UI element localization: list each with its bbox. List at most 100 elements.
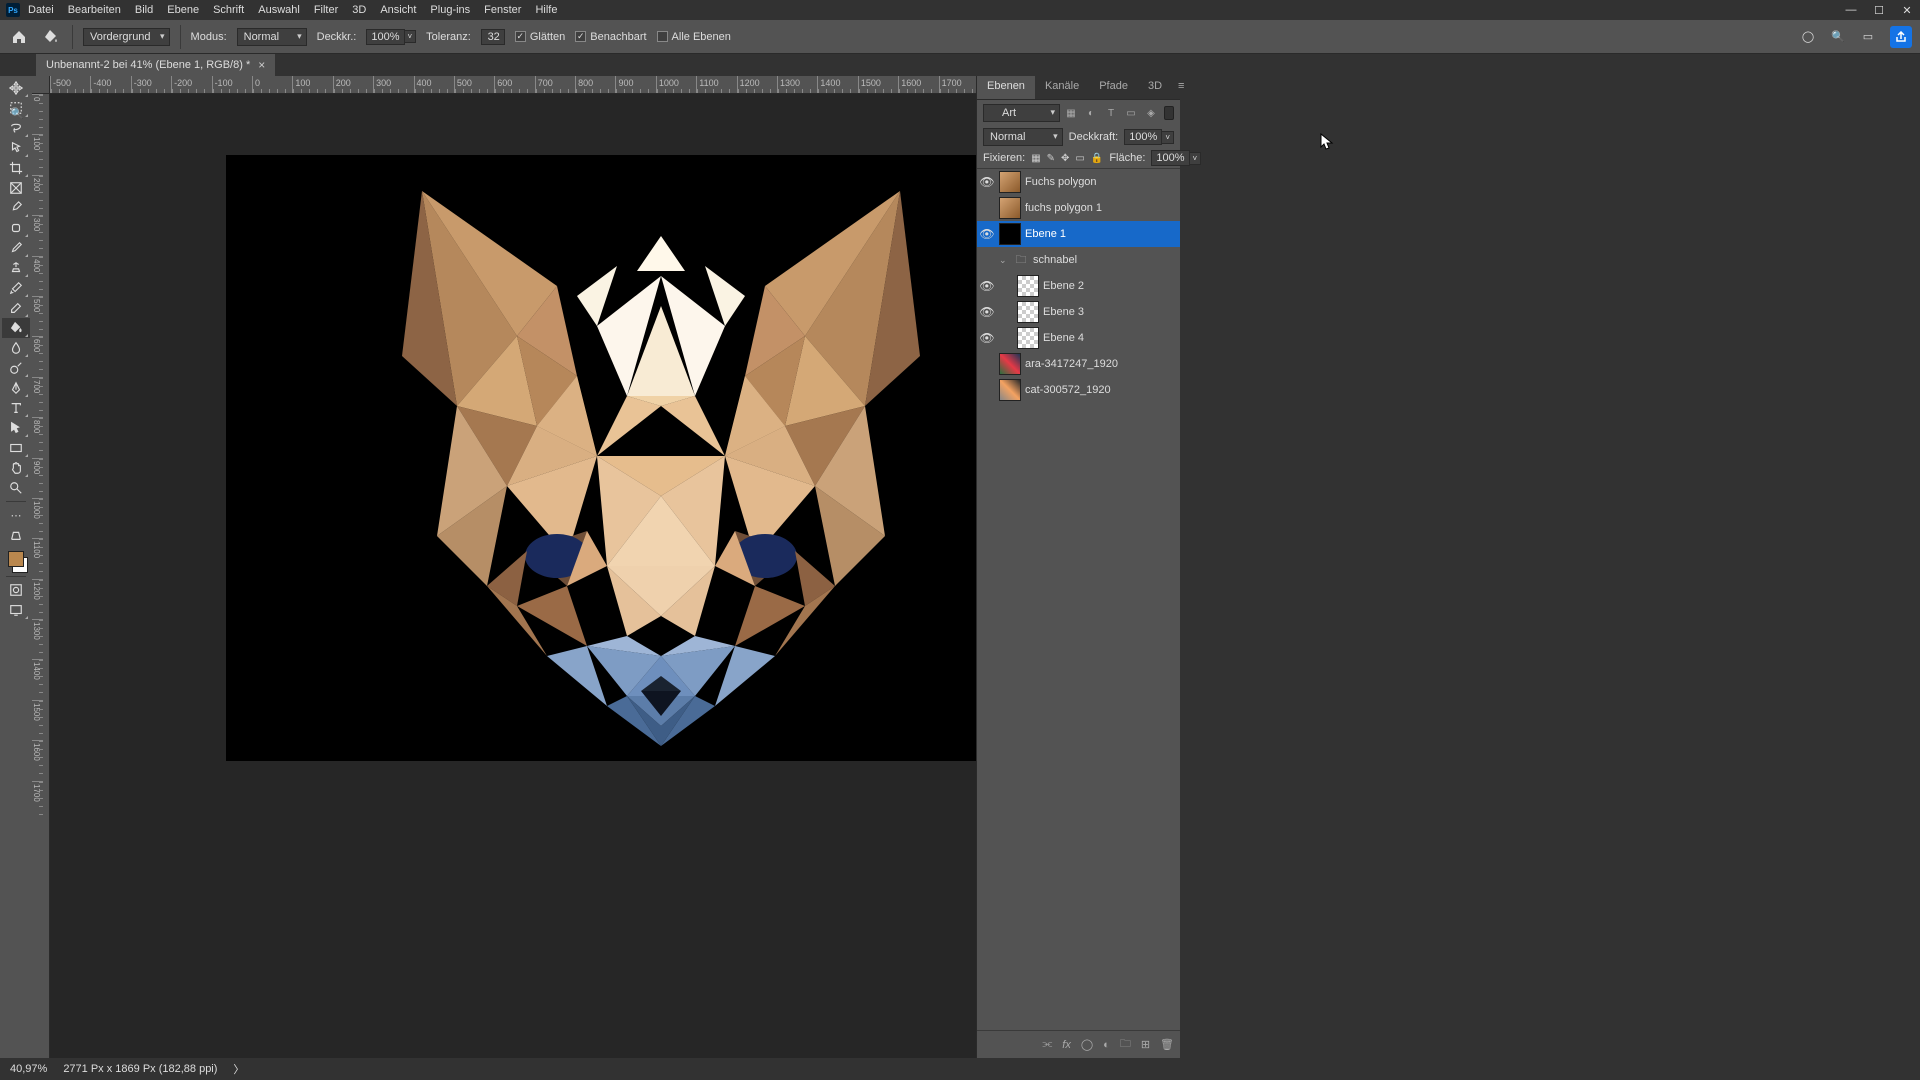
close-button[interactable]: ✕ [1900,4,1914,17]
layer-row[interactable]: 👁 Ebene 1 [977,221,1180,247]
more-tools[interactable]: ⋯ [2,505,30,525]
layer-name[interactable]: fuchs polygon 1 [1025,202,1102,214]
layer-name[interactable]: schnabel [1033,254,1077,266]
filter-toggle-icon[interactable] [1164,106,1174,120]
eyedropper-tool[interactable] [2,198,30,218]
zoom-level[interactable]: 40,97% [10,1063,47,1075]
link-layers-icon[interactable]: ⫘ [1042,1038,1052,1051]
layer-row[interactable]: ⌄🗀schnabel [977,247,1180,273]
layer-filter-dropdown[interactable]: Art [983,104,1060,122]
eraser-tool[interactable] [2,298,30,318]
layer-thumbnail[interactable] [1017,327,1039,349]
filter-adjust-icon[interactable]: ◐ [1084,106,1098,120]
color-swatches[interactable] [4,551,28,573]
layer-opacity-input[interactable]: 100%˅ [1124,129,1174,145]
paint-bucket-tool-icon[interactable] [40,26,62,48]
menu-auswahl[interactable]: Auswahl [258,4,300,16]
tab-3d[interactable]: 3D [1138,76,1172,99]
home-button[interactable] [8,26,30,48]
layer-thumbnail[interactable] [1017,301,1039,323]
blend-mode-dropdown[interactable]: Normal [983,128,1063,146]
fx-icon[interactable]: fx [1062,1039,1071,1051]
layer-row[interactable]: cat-300572_1920 [977,377,1180,403]
tab-ebenen[interactable]: Ebenen [977,76,1035,99]
lock-all-icon[interactable]: 🔒 [1091,153,1103,164]
adjustment-icon[interactable]: ◐ [1103,1039,1110,1051]
visibility-toggle[interactable]: 👁 [979,279,995,293]
clone-stamp-tool[interactable] [2,258,30,278]
canvas[interactable]: -500-400-300-200-10001002003004005006007… [32,76,976,1058]
rectangle-tool[interactable] [2,438,30,458]
layer-thumbnail[interactable] [999,223,1021,245]
alle-ebenen-checkbox[interactable]: Alle Ebenen [657,31,731,43]
fill-mode-dropdown[interactable]: Vordergrund [83,28,170,46]
layer-row[interactable]: 👁Ebene 3 [977,299,1180,325]
edit-toolbar[interactable] [2,525,30,545]
deckkraft-input[interactable]: 100%˅ [366,29,416,45]
lock-pos-icon[interactable]: ✥ [1061,153,1069,164]
paint-bucket-tool[interactable] [2,318,30,338]
layer-name[interactable]: Ebene 3 [1043,306,1084,318]
toleranz-input[interactable]: 32 [481,29,505,45]
minimize-button[interactable]: — [1844,4,1858,17]
layer-row[interactable]: 👁 Ebene 4 [977,325,1180,351]
brush-tool[interactable] [2,238,30,258]
layer-thumbnail[interactable] [999,171,1021,193]
layer-name[interactable]: cat-300572_1920 [1025,384,1111,396]
horizontal-ruler[interactable]: -500-400-300-200-10001002003004005006007… [50,76,976,94]
menu-datei[interactable]: Datei [28,4,54,16]
fill-opacity-input[interactable]: 100%˅ [1151,150,1201,166]
status-arrow-icon[interactable]: 〉 [233,1061,244,1077]
filter-type-icon[interactable]: T [1104,106,1118,120]
menu-ebene[interactable]: Ebene [167,4,199,16]
foreground-color[interactable] [8,551,24,567]
menu-ansicht[interactable]: Ansicht [380,4,416,16]
document-tab[interactable]: Unbenannt-2 bei 41% (Ebene 1, RGB/8) * × [36,54,275,76]
visibility-toggle[interactable]: 👁 [979,331,995,345]
visibility-toggle[interactable]: 👁 [979,227,995,241]
layer-thumbnail[interactable] [1017,275,1039,297]
vertical-ruler[interactable]: 0100200300400500600700800900100011001200… [32,94,50,1058]
panel-menu-icon[interactable]: ≡ [1172,76,1190,99]
menu-hilfe[interactable]: Hilfe [535,4,557,16]
lock-artboard-icon[interactable]: ▭ [1075,153,1084,164]
modus-dropdown[interactable]: Normal [237,28,307,46]
menu-schrift[interactable]: Schrift [213,4,244,16]
lock-paint-icon[interactable]: ✎ [1047,153,1055,164]
search-icon[interactable]: 🔍 [1830,29,1846,45]
menu-bild[interactable]: Bild [135,4,153,16]
lock-trans-icon[interactable]: ▦ [1031,153,1040,164]
move-tool[interactable] [2,78,30,98]
filter-smart-icon[interactable]: ◈ [1144,106,1158,120]
group-icon[interactable]: 🗀 [1120,1035,1131,1054]
menu-filter[interactable]: Filter [314,4,338,16]
layer-name[interactable]: Ebene 1 [1025,228,1066,240]
layer-name[interactable]: Ebene 4 [1043,332,1084,344]
history-brush-tool[interactable] [2,278,30,298]
menu-fenster[interactable]: Fenster [484,4,521,16]
filter-shape-icon[interactable]: ▭ [1124,106,1138,120]
quick-mask-tool[interactable] [2,580,30,600]
tab-close-icon[interactable]: × [258,58,265,72]
filter-pixel-icon[interactable]: ▦ [1064,106,1078,120]
ruler-origin[interactable] [32,76,50,94]
menu-bearbeiten[interactable]: Bearbeiten [68,4,121,16]
lasso-tool[interactable] [2,118,30,138]
hand-tool[interactable] [2,458,30,478]
blur-tool[interactable] [2,338,30,358]
layer-row[interactable]: ara-3417247_1920 [977,351,1180,377]
layer-thumbnail[interactable] [999,197,1021,219]
artboard[interactable] [227,156,976,760]
layer-row[interactable]: 👁Fuchs polygon [977,169,1180,195]
menu-3d[interactable]: 3D [352,4,366,16]
layer-row[interactable]: 👁Ebene 2 [977,273,1180,299]
tab-pfade[interactable]: Pfade [1089,76,1138,99]
benachbart-checkbox[interactable]: ✓Benachbart [575,31,646,43]
layer-row[interactable]: fuchs polygon 1 [977,195,1180,221]
pen-tool[interactable] [2,378,30,398]
cloud-icon[interactable]: ◯ [1800,29,1816,45]
mask-icon[interactable]: ◯ [1081,1038,1093,1051]
zoom-tool[interactable] [2,478,30,498]
frame-tool[interactable] [2,178,30,198]
share-button[interactable] [1890,26,1912,48]
